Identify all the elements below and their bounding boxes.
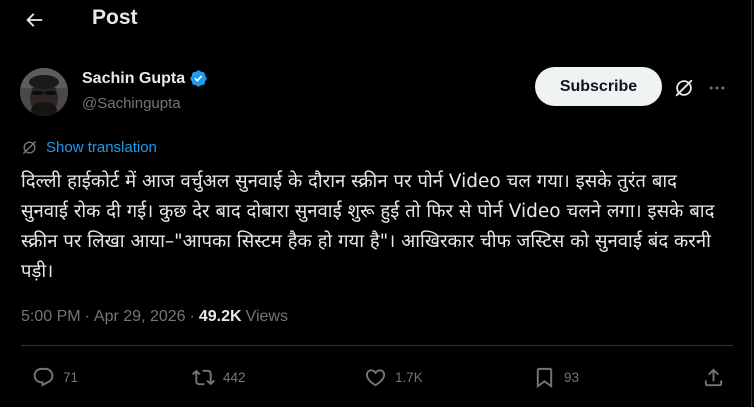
author-handle[interactable]: @Sachingupta <box>82 95 181 112</box>
avatar-image <box>20 68 68 116</box>
grok-button[interactable] <box>671 75 697 101</box>
bookmark-count: 93 <box>564 370 580 385</box>
author-name[interactable]: Sachin Gupta <box>82 70 185 88</box>
like-count: 1.7K <box>395 370 423 385</box>
divider <box>21 345 733 346</box>
heart-icon <box>365 369 386 387</box>
like-button[interactable]: 1.7K <box>364 366 423 389</box>
reply-count: 71 <box>63 370 79 385</box>
author-name-row: Sachin Gupta <box>82 69 208 88</box>
grok-icon <box>675 79 693 97</box>
back-button[interactable] <box>17 5 51 35</box>
more-dots-icon <box>709 86 725 90</box>
repost-count: 442 <box>223 370 246 385</box>
post-container: Post Sachin Gupta @Sachingupta Subscribe <box>0 0 752 407</box>
bookmark-icon <box>536 367 553 388</box>
reply-icon <box>33 367 54 387</box>
tweet-time[interactable]: 5:00 PM <box>21 308 81 326</box>
views-label: Views <box>245 308 288 325</box>
meta-separator: · <box>189 308 195 325</box>
tweet-meta: 5:00 PM · Apr 29, 2026 · 49.2K Views <box>21 308 288 326</box>
more-options-button[interactable] <box>704 75 730 101</box>
subscribe-button[interactable]: Subscribe <box>535 67 662 106</box>
reply-button[interactable]: 71 <box>32 366 78 389</box>
show-translation-label: Show translation <box>46 139 157 156</box>
grok-icon <box>23 141 36 154</box>
meta-separator: · <box>84 308 90 325</box>
repost-icon <box>192 369 215 386</box>
share-button[interactable] <box>702 366 725 389</box>
views-count: 49.2K <box>198 308 242 325</box>
verified-badge-icon <box>190 70 207 87</box>
share-icon <box>704 368 723 387</box>
repost-button[interactable]: 442 <box>192 366 246 389</box>
avatar[interactable] <box>20 68 68 116</box>
show-translation-link[interactable]: Show translation <box>21 139 157 156</box>
tweet-date[interactable]: Apr 29, 2026 <box>94 308 186 326</box>
header-bar: Post <box>0 0 752 42</box>
arrow-left-icon <box>26 13 43 27</box>
tweet-text: दिल्ली हाईकोर्ट में आज वर्चुअल सुनवाई के… <box>21 171 721 282</box>
bookmark-button[interactable]: 93 <box>533 366 579 389</box>
page-title: Post <box>92 6 138 29</box>
